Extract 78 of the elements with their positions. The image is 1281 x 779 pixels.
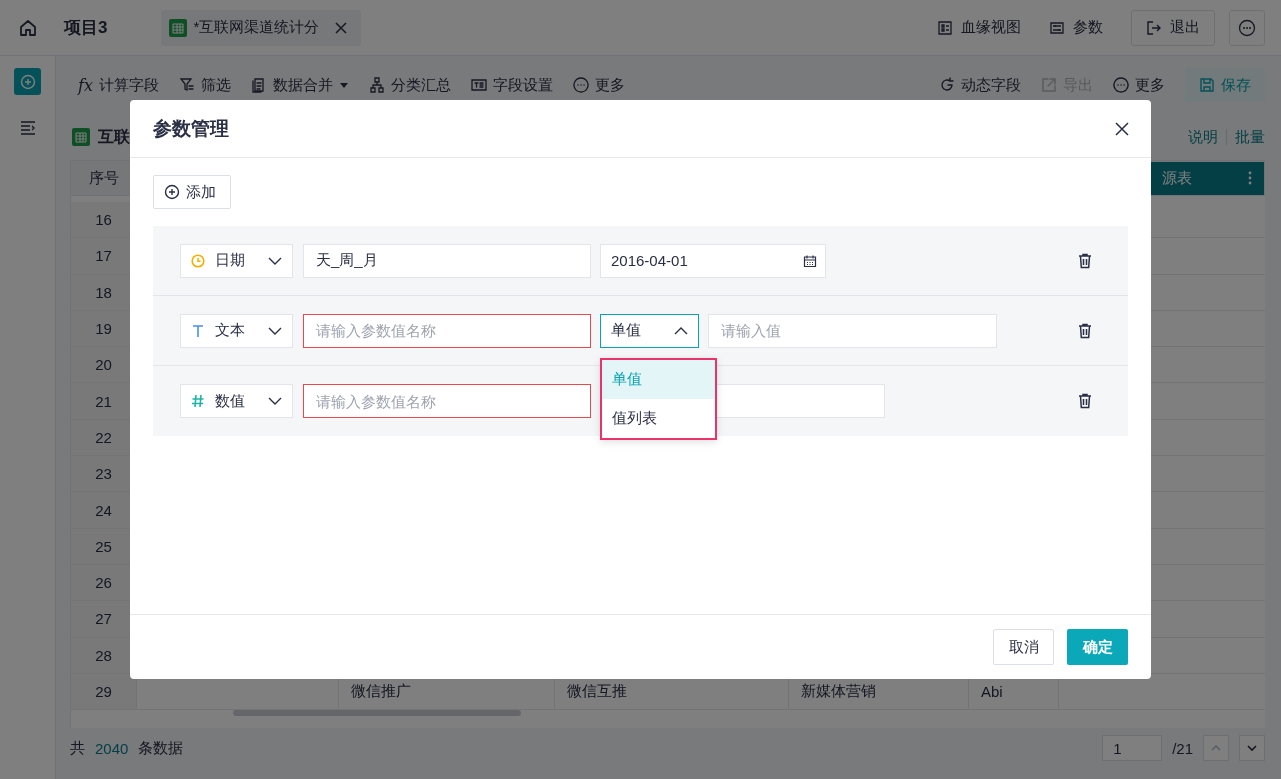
toolbar-button[interactable]: 分类汇总 — [368, 68, 451, 102]
spreadsheet-icon — [72, 128, 90, 146]
more-icon — [1113, 77, 1129, 93]
date-field[interactable]: 2016-04-01 — [600, 243, 826, 278]
toolbar-button[interactable]: 数据合并 — [250, 68, 349, 102]
clock-icon — [191, 253, 205, 268]
total-label: 共 — [70, 738, 85, 758]
header-action[interactable]: 参数 — [1049, 18, 1103, 37]
scrollbar[interactable] — [233, 710, 521, 716]
trash-icon[interactable] — [1078, 252, 1092, 269]
next-page-button[interactable] — [1239, 735, 1265, 761]
type-select[interactable]: 日期 — [180, 243, 293, 278]
more-icon — [1238, 18, 1256, 37]
more-button[interactable] — [1229, 9, 1265, 46]
caret-icon — [338, 80, 349, 90]
add-button[interactable]: 添加 — [153, 175, 231, 209]
file-tab[interactable]: *互联网渠道统计分 — [161, 9, 362, 46]
spreadsheet-icon — [169, 18, 188, 37]
link[interactable]: 说明 — [1188, 127, 1218, 147]
dialog-title: 参数管理 — [153, 116, 229, 141]
page-field[interactable]: 1 — [1102, 735, 1163, 761]
toolbar-button[interactable]: 更多 — [1113, 68, 1165, 102]
table-cell: 29 — [71, 673, 137, 710]
confirm-button[interactable]: 确定 — [1067, 629, 1128, 665]
dropdown-option[interactable]: 单值 — [602, 359, 715, 399]
link[interactable]: 批量 — [1235, 127, 1265, 147]
name-field[interactable]: 请输入参数值名称 — [303, 313, 591, 348]
more-icon — [572, 77, 589, 93]
type-select[interactable]: 文本 — [180, 313, 293, 348]
calendar-icon — [803, 253, 817, 268]
filter-icon — [178, 77, 195, 93]
toolbar-button[interactable]: 更多 — [572, 68, 625, 102]
toolbar-button[interactable]: 动态字段 — [939, 68, 1021, 102]
toolbar-button[interactable]: 筛选 — [178, 68, 231, 102]
dropdown-option[interactable]: 值列表 — [602, 398, 715, 438]
hierarchy-icon — [368, 77, 385, 93]
exit-button[interactable]: 退出 — [1131, 9, 1215, 46]
chevron-down-icon — [268, 326, 282, 335]
total-count: 2040 — [95, 739, 129, 757]
project-name: 项目3 — [64, 17, 108, 39]
sliders-icon — [1049, 19, 1065, 36]
chevron-up-icon — [674, 326, 688, 335]
trash-icon[interactable] — [1078, 322, 1092, 339]
logout-icon — [1146, 19, 1162, 36]
name-field[interactable]: 请输入参数值名称 — [303, 384, 591, 418]
chevron-down-icon — [1246, 742, 1258, 754]
chevron-down-icon — [268, 256, 282, 265]
file-tab-label: *互联网渠道统计分 — [193, 18, 320, 37]
close-icon[interactable] — [1115, 121, 1129, 136]
name-field[interactable]: 天_周_月 — [303, 243, 591, 278]
field-settings-icon — [470, 77, 487, 93]
column-header: 序号 — [88, 168, 120, 188]
table-title: 互联 — [98, 126, 130, 147]
kebab-icon[interactable] — [1248, 171, 1252, 185]
document-icon — [250, 77, 267, 93]
lineage-icon — [937, 19, 953, 36]
text-type-icon — [191, 323, 205, 338]
home-icon[interactable] — [18, 17, 38, 38]
hash-icon — [191, 394, 205, 408]
mode-select[interactable]: 单值 — [600, 313, 699, 348]
save-icon — [1199, 77, 1215, 93]
toolbar-button[interactable]: 字段设置 — [470, 68, 553, 102]
toolbar-button[interactable]: fx 计算字段 — [78, 68, 159, 102]
plus-icon — [19, 73, 36, 90]
trash-icon[interactable] — [1078, 393, 1092, 409]
plus-icon — [164, 184, 180, 200]
add-button[interactable] — [14, 68, 41, 95]
page-count: /21 — [1172, 739, 1193, 757]
chevron-down-icon — [268, 397, 282, 405]
value-field[interactable]: 请输入值 — [708, 313, 997, 348]
outline-icon[interactable] — [19, 119, 36, 135]
header-action[interactable]: 血缘视图 — [937, 18, 1021, 37]
refresh-icon — [939, 77, 955, 93]
source-tab-label: 源表 — [1162, 168, 1192, 188]
export-icon — [1041, 77, 1057, 93]
type-select[interactable]: 数值 — [180, 384, 293, 418]
total-label: 条数据 — [138, 738, 184, 758]
cancel-button[interactable]: 取消 — [993, 629, 1054, 665]
